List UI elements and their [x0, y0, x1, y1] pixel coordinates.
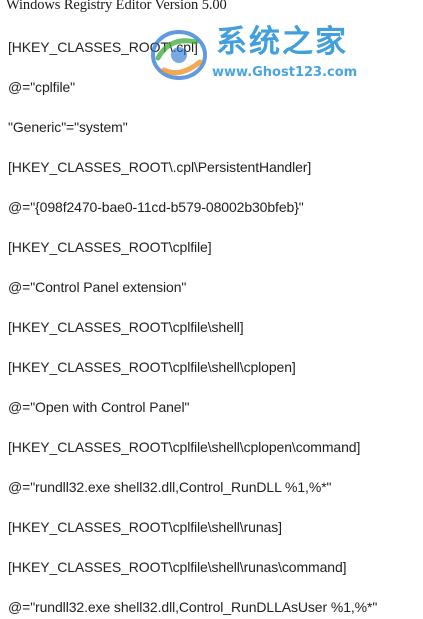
- registry-line: @="Control Panel extension": [8, 279, 187, 295]
- watermark-title: 系统之家: [216, 24, 348, 60]
- registry-line: [HKEY_CLASSES_ROOT\cplfile\shell\runas]: [8, 519, 282, 535]
- registry-line: [HKEY_CLASSES_ROOT\cplfile\shell\cplopen…: [8, 439, 361, 455]
- watermark-url: www.Ghost123.com: [212, 65, 358, 80]
- registry-line: @="Open with Control Panel": [8, 399, 190, 415]
- registry-line: [HKEY_CLASSES_ROOT\cplfile\shell\runas\c…: [8, 559, 347, 575]
- registry-line: @="rundll32.exe shell32.dll,Control_RunD…: [8, 599, 378, 615]
- document-header: Windows Registry Editor Version 5.00: [6, 0, 227, 13]
- registry-line: [HKEY_CLASSES_ROOT\cplfile\shell\cplopen…: [8, 359, 296, 375]
- ghost-logo-icon: [151, 30, 207, 80]
- registry-line: [HKEY_CLASSES_ROOT\cplfile]: [8, 239, 212, 255]
- registry-line: @="{098f2470-bae0-11cd-b579-08002b30bfeb…: [8, 199, 304, 215]
- registry-document: Windows Registry Editor Version 5.00 [HK…: [0, 0, 423, 619]
- site-watermark: 系统之家 www.Ghost123.com: [150, 22, 400, 87]
- registry-line: @="cplfile": [8, 79, 76, 95]
- registry-line: [HKEY_CLASSES_ROOT\cplfile\shell]: [8, 319, 244, 335]
- registry-line: "Generic"="system": [8, 119, 128, 135]
- registry-line: @="rundll32.exe shell32.dll,Control_RunD…: [8, 479, 332, 495]
- registry-line: [HKEY_CLASSES_ROOT\.cpl\PersistentHandle…: [8, 159, 312, 175]
